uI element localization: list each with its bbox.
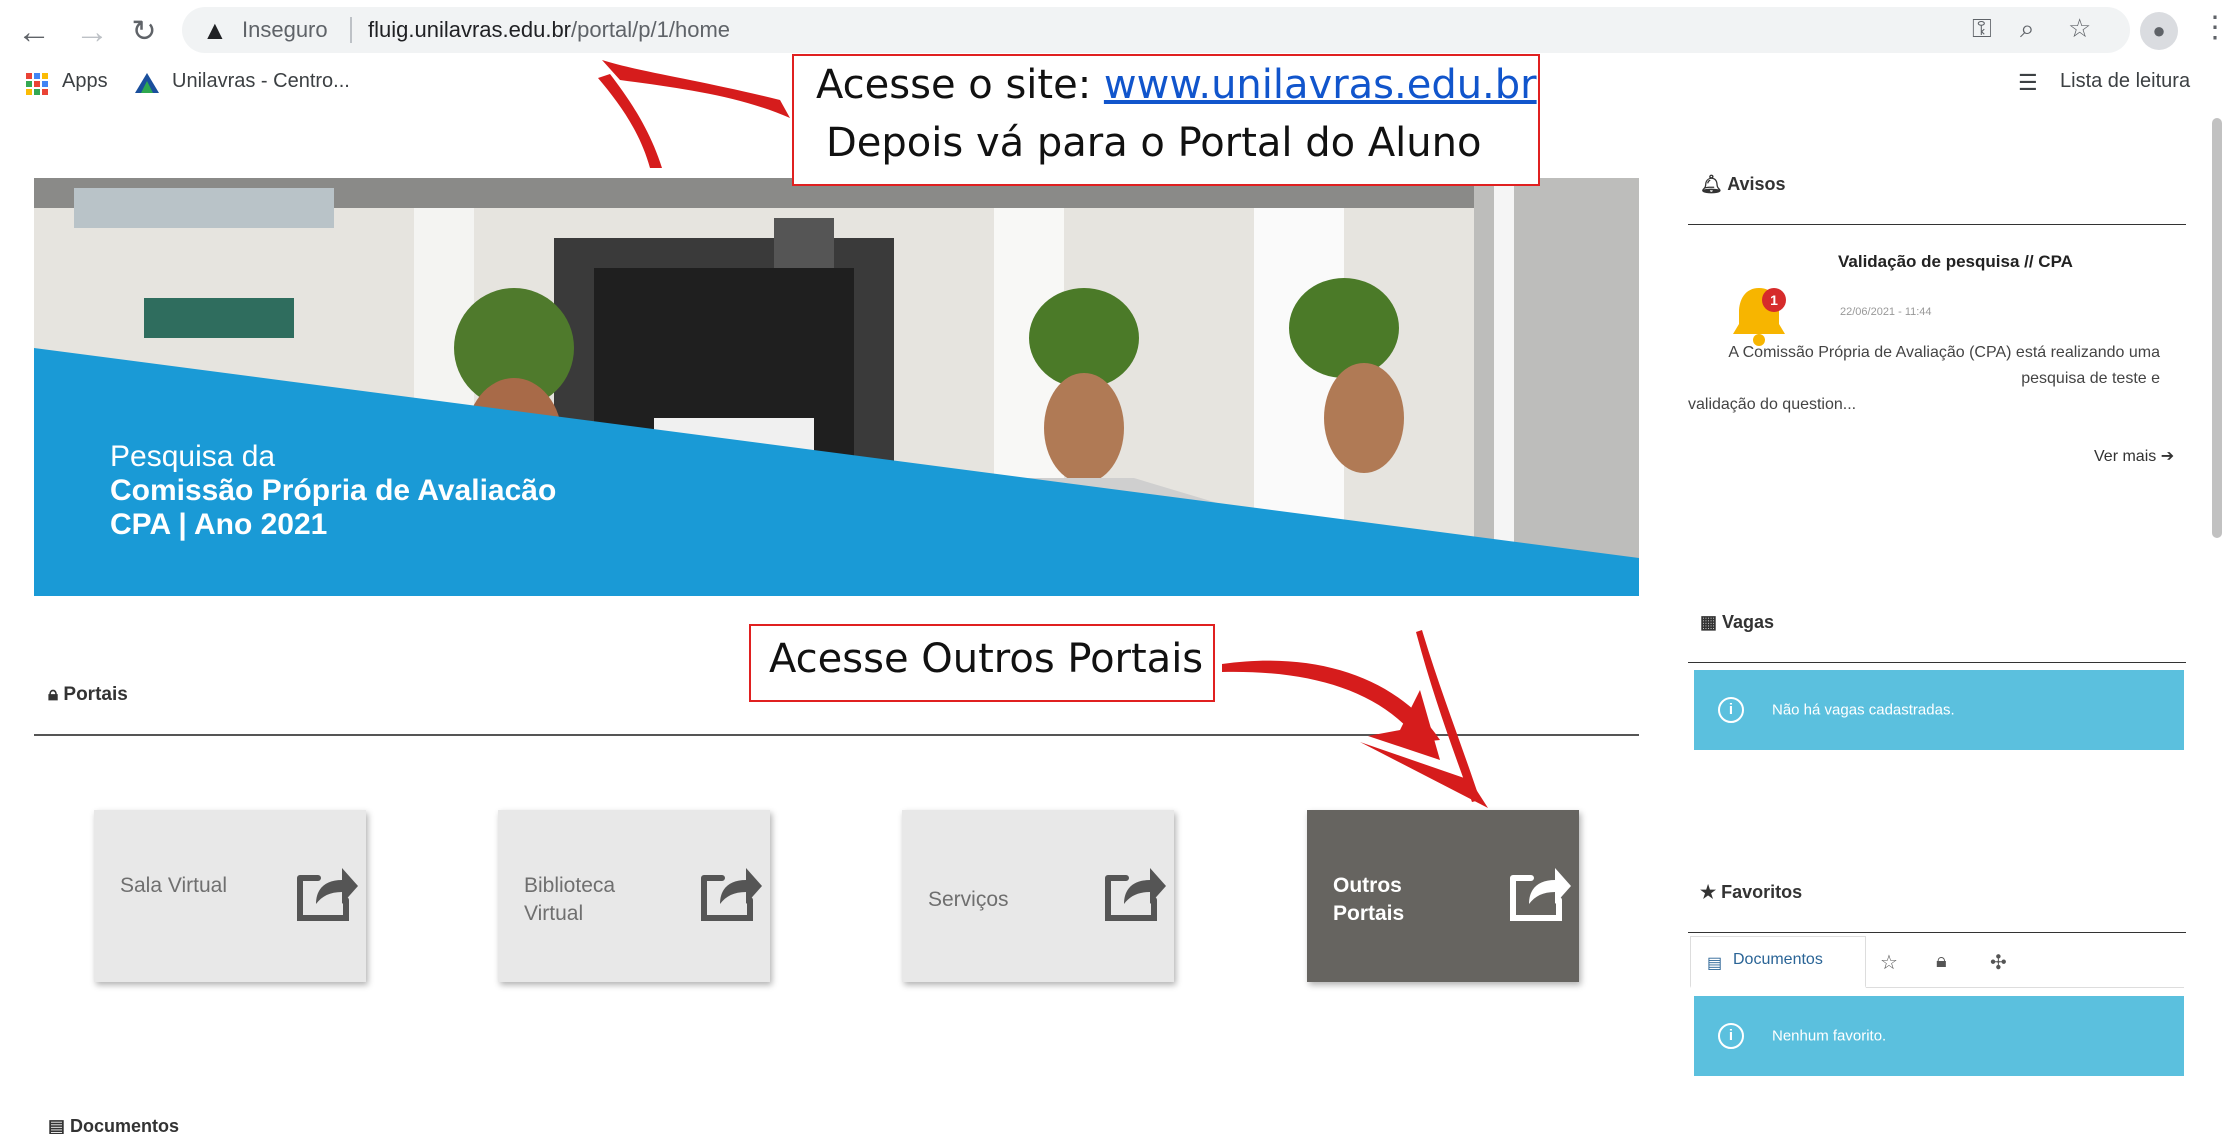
favoritos-title: Favoritos bbox=[1721, 882, 1803, 902]
reading-list-icon[interactable]: ☰ bbox=[2018, 70, 2038, 96]
reload-icon[interactable]: ↻ bbox=[122, 10, 166, 54]
document-icon: ▤ bbox=[1707, 955, 1723, 972]
zoom-icon[interactable]: ⌕ bbox=[2020, 13, 2035, 45]
url-text[interactable]: fluig.unilavras.edu.br/portal/p/1/home bbox=[368, 17, 730, 43]
documentos-header: ▤ Documentos bbox=[48, 1116, 179, 1134]
more-menu-icon[interactable]: ⋮ bbox=[2200, 10, 2226, 45]
bell-icon: 🔔︎ bbox=[1700, 174, 1723, 194]
tab-puzzle-icon[interactable]: ✣ bbox=[1990, 950, 2007, 975]
external-share-icon bbox=[1105, 868, 1166, 921]
banner-line3: CPA | Ano 2021 bbox=[110, 508, 328, 541]
apps-grid-icon[interactable] bbox=[26, 73, 48, 95]
avisos-title: Avisos bbox=[1727, 174, 1786, 194]
external-share-icon bbox=[701, 868, 762, 921]
callout2-text: Acesse Outros Portais bbox=[769, 636, 1204, 682]
favoritos-empty-text: Nenhum favorito. bbox=[1772, 1027, 1887, 1045]
warning-icon: ▲ bbox=[202, 15, 228, 45]
notice-date: 22/06/2021 - 11:44 bbox=[1840, 306, 1932, 318]
callout-line2: Depois vá para o Portal do Aluno bbox=[826, 120, 1482, 166]
unilavras-site-link[interactable]: www.unilavras.edu.br bbox=[1104, 62, 1537, 108]
portais-divider bbox=[34, 734, 1639, 736]
vagas-header: ▦ Vagas bbox=[1700, 612, 1774, 633]
notice-title[interactable]: Validação de pesquisa // CPA bbox=[1838, 252, 2073, 272]
ver-mais-link[interactable]: Ver mais ➔ bbox=[2094, 446, 2174, 466]
ver-mais-label: Ver mais bbox=[2094, 448, 2157, 465]
external-share-icon bbox=[297, 868, 358, 921]
vagas-title: Vagas bbox=[1722, 612, 1775, 632]
external-share-icon bbox=[1510, 868, 1571, 921]
vagas-empty-alert: i Não há vagas cadastradas. bbox=[1694, 670, 2184, 750]
bookmark-apps[interactable]: Apps bbox=[62, 70, 108, 93]
unilavras-logo-icon bbox=[135, 73, 159, 93]
portais-title: Portais bbox=[63, 684, 128, 705]
separator bbox=[350, 17, 352, 43]
forward-arrow-icon[interactable]: → bbox=[70, 10, 114, 54]
card-label: Sala Virtual bbox=[120, 874, 228, 897]
lock-icon: 🔒︎ bbox=[48, 684, 59, 705]
back-arrow-icon[interactable]: ← bbox=[12, 10, 56, 54]
portal-card-biblioteca-virtual[interactable]: Biblioteca Virtual bbox=[498, 810, 770, 982]
documentos-title: Documentos bbox=[70, 1116, 180, 1134]
instruction-callout-site: Acesse o site: www.unilavras.edu.br Depo… bbox=[792, 54, 1540, 186]
banner-line1: Pesquisa da bbox=[110, 440, 276, 473]
bookmark-unilavras[interactable]: Unilavras - Centro... bbox=[172, 70, 350, 93]
star-bookmark-icon[interactable]: ☆ bbox=[2068, 13, 2091, 44]
portal-card-sala-virtual[interactable]: Sala Virtual bbox=[94, 810, 366, 982]
card-label: Serviços bbox=[928, 888, 1009, 911]
portais-header: 🔒︎ Portais bbox=[48, 684, 128, 706]
key-icon[interactable]: ⚿ bbox=[1972, 13, 1992, 45]
vagas-divider bbox=[1688, 662, 2186, 663]
arrow-circle-right-icon: ➔ bbox=[2160, 448, 2175, 465]
tab-documentos-label: Documentos bbox=[1733, 951, 1823, 968]
portal-card-outros-portais[interactable]: Outros Portais bbox=[1307, 810, 1579, 982]
notice-body: A Comissão Própria de Avaliação (CPA) es… bbox=[1688, 340, 2160, 418]
portal-card-servicos[interactable]: Serviços bbox=[902, 810, 1174, 982]
tab-documentos[interactable]: ▤ Documentos bbox=[1690, 936, 1866, 988]
profile-avatar-icon[interactable]: ● bbox=[2140, 12, 2178, 50]
security-label: Inseguro bbox=[242, 17, 328, 42]
avisos-divider bbox=[1688, 224, 2186, 225]
tab-lock-icon[interactable]: 🔒︎ bbox=[1936, 950, 1947, 973]
banner-caption: Pesquisa da Comissão Própria de Avaliacã… bbox=[110, 440, 556, 542]
avisos-header: 🔔︎ Avisos bbox=[1700, 174, 1786, 195]
page-scrollbar[interactable] bbox=[2212, 118, 2222, 538]
cpa-banner[interactable]: Pesquisa da Comissão Própria de Avaliacã… bbox=[34, 178, 1639, 596]
vagas-empty-text: Não há vagas cadastradas. bbox=[1772, 701, 1955, 719]
card-label: Outros Portais bbox=[1333, 874, 1405, 925]
address-bar[interactable]: ▲ Inseguro fluig.unilavras.edu.br/portal… bbox=[182, 7, 2130, 53]
banner-line2: Comissão Própria de Avaliacão bbox=[110, 474, 557, 507]
favoritos-empty-alert: i Nenhum favorito. bbox=[1694, 996, 2184, 1076]
callout-prefix: Acesse o site: bbox=[816, 62, 1104, 108]
notice-body-tail: validação do question... bbox=[1688, 396, 1857, 413]
callout-line1: Acesse o site: www.unilavras.edu.br bbox=[816, 62, 1537, 108]
document-icon: ▤ bbox=[48, 1116, 66, 1134]
tab-star-icon[interactable]: ☆ bbox=[1880, 950, 1898, 975]
info-icon: i bbox=[1718, 697, 1744, 723]
id-card-icon: ▦ bbox=[1700, 612, 1718, 632]
favoritos-divider bbox=[1688, 932, 2186, 933]
notice-body-text: A Comissão Própria de Avaliação (CPA) es… bbox=[1728, 344, 2160, 387]
favoritos-header: ★ Favoritos bbox=[1700, 882, 1802, 903]
notification-badge-count: 1 bbox=[1770, 292, 1778, 308]
instruction-callout-outros-portais: Acesse Outros Portais bbox=[749, 624, 1215, 702]
star-icon: ★ bbox=[1700, 882, 1717, 902]
reading-list[interactable]: Lista de leitura bbox=[2060, 70, 2190, 93]
info-icon: i bbox=[1718, 1023, 1744, 1049]
card-label: Biblioteca Virtual bbox=[524, 874, 616, 925]
favoritos-tabs: ▤ Documentos ☆ 🔒︎ ✣ bbox=[1690, 936, 2184, 988]
